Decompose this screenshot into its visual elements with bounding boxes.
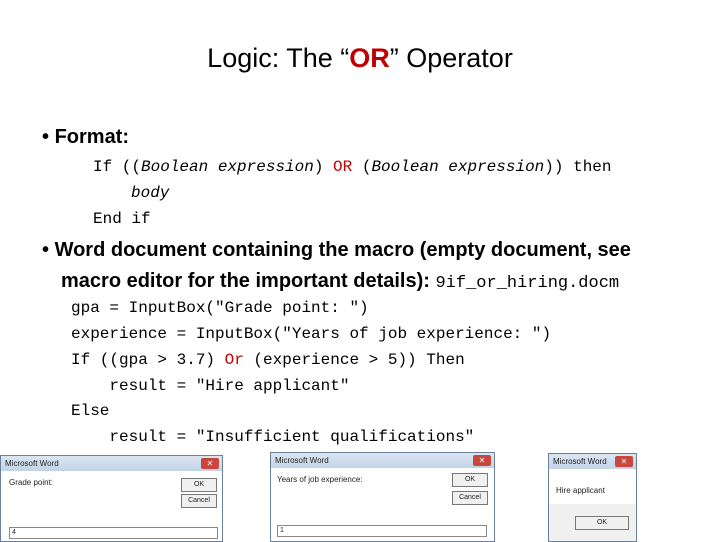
grade-point-input[interactable]: 4 [9, 527, 218, 539]
code-line: result = "Hire applicant" [71, 377, 350, 395]
code-line: gpa = InputBox("Grade point: ") [71, 299, 369, 317]
ok-button[interactable]: OK [181, 478, 217, 492]
dialog-title: Microsoft Word [271, 453, 494, 468]
cancel-button[interactable]: Cancel [181, 494, 217, 508]
filename: 9if_or_hiring.docm [435, 274, 620, 293]
format-code-line: If ((Boolean expression) OR (Boolean exp… [93, 158, 612, 176]
title-text: Logic: The “ [207, 43, 350, 73]
dialog-prompt: Years of job experience: [277, 475, 363, 484]
code-line: result = "Insufficient qualifications" [71, 428, 475, 446]
bullet-word-doc: • Word document containing the macro (em… [42, 239, 631, 261]
slide-title: Logic: The “OR” Operator [0, 43, 720, 74]
cancel-button[interactable]: Cancel [452, 491, 488, 505]
bullet-label: Format: [54, 126, 130, 148]
grade-point-dialog: Microsoft Word ✕ Grade point: OK Cancel … [0, 455, 223, 542]
bullet-format: • Format: [42, 126, 130, 148]
bullet-word-doc-line2: macro editor for the important details):… [61, 270, 620, 293]
dialog-prompt: Grade point: [9, 478, 54, 487]
message-dialog: Microsoft Word ✕ Hire applicant OK [548, 453, 637, 542]
format-code-body: body [131, 184, 170, 202]
code-line: Else [71, 402, 110, 420]
experience-input[interactable]: 1 [277, 525, 487, 537]
experience-dialog: Microsoft Word ✕ Years of job experience… [270, 452, 495, 542]
format-code-end: End if [93, 210, 151, 228]
dialog-title: Microsoft Word [1, 456, 222, 471]
code-line: experience = InputBox("Years of job expe… [71, 325, 552, 343]
ok-button[interactable]: OK [575, 516, 629, 530]
title-highlight: OR [349, 43, 390, 73]
title-text: ” Operator [389, 43, 513, 73]
code-line: If ((gpa > 3.7) Or (experience > 5)) The… [71, 351, 465, 369]
close-icon[interactable]: ✕ [473, 455, 491, 466]
close-icon[interactable]: ✕ [615, 456, 633, 467]
ok-button[interactable]: OK [452, 473, 488, 487]
dialog-message: Hire applicant [556, 486, 605, 495]
close-icon[interactable]: ✕ [201, 458, 219, 469]
